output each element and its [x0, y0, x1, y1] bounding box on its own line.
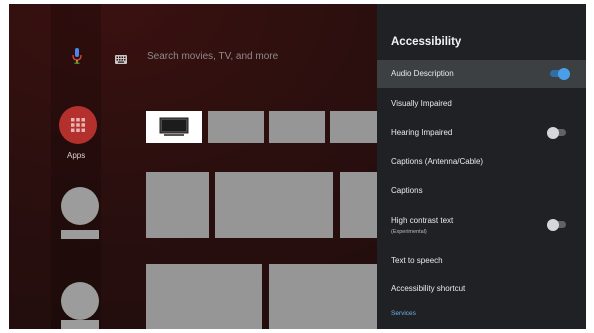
accessibility-panel: Accessibility Audio Description Visually…: [377, 4, 586, 329]
setting-label: Hearing Impaired: [391, 128, 453, 137]
channel-avatar[interactable]: [61, 187, 99, 225]
channel-label-placeholder: [61, 320, 99, 329]
setting-high-contrast-text[interactable]: High contrast text (Experimental): [377, 211, 586, 239]
setting-sublabel: (Experimental): [391, 229, 427, 235]
app-tile[interactable]: [269, 111, 325, 143]
setting-text-to-speech[interactable]: Text to speech: [377, 247, 586, 275]
tv-home-screen: Search movies, TV, and more Apps Accessi…: [9, 4, 586, 329]
panel-title: Accessibility: [391, 36, 462, 48]
setting-label: Audio Description: [391, 69, 454, 78]
setting-label: Accessibility shortcut: [391, 284, 466, 293]
channel-label-placeholder: [61, 230, 99, 239]
setting-label: Text to speech: [391, 256, 443, 265]
keyboard-icon[interactable]: [115, 51, 127, 64]
apps-label: Apps: [67, 151, 86, 160]
content-tile[interactable]: [146, 172, 209, 238]
tv-app-tile[interactable]: [146, 111, 202, 143]
content-tile[interactable]: [215, 172, 333, 238]
hearing-impaired-toggle[interactable]: [547, 126, 566, 139]
high-contrast-toggle[interactable]: [547, 218, 566, 231]
setting-label: High contrast text: [391, 216, 454, 225]
setting-captions[interactable]: Captions: [377, 177, 586, 205]
setting-visually-impaired[interactable]: Visually Impaired: [377, 90, 586, 118]
tv-icon: [159, 117, 189, 136]
toggle-knob: [547, 126, 559, 139]
setting-captions-antenna-cable[interactable]: Captions (Antenna/Cable): [377, 148, 586, 176]
app-tile[interactable]: [208, 111, 264, 143]
content-tile[interactable]: [146, 264, 262, 329]
setting-audio-description[interactable]: Audio Description: [377, 60, 586, 88]
toggle-knob: [547, 218, 559, 231]
setting-label: Captions: [391, 186, 423, 195]
setting-label: Captions (Antenna/Cable): [391, 157, 484, 166]
apps-grid-icon: [71, 118, 85, 132]
setting-hearing-impaired[interactable]: Hearing Impaired: [377, 119, 586, 147]
services-section-header: Services: [391, 310, 416, 317]
content-tile[interactable]: [269, 264, 389, 329]
search-input[interactable]: Search movies, TV, and more: [147, 51, 278, 62]
audio-description-toggle[interactable]: [550, 67, 570, 80]
setting-accessibility-shortcut[interactable]: Accessibility shortcut: [377, 275, 586, 303]
apps-button[interactable]: [59, 106, 97, 144]
channel-avatar[interactable]: [61, 282, 99, 320]
mic-icon[interactable]: [72, 48, 82, 64]
toggle-knob: [558, 67, 570, 80]
setting-label: Visually Impaired: [391, 99, 452, 108]
